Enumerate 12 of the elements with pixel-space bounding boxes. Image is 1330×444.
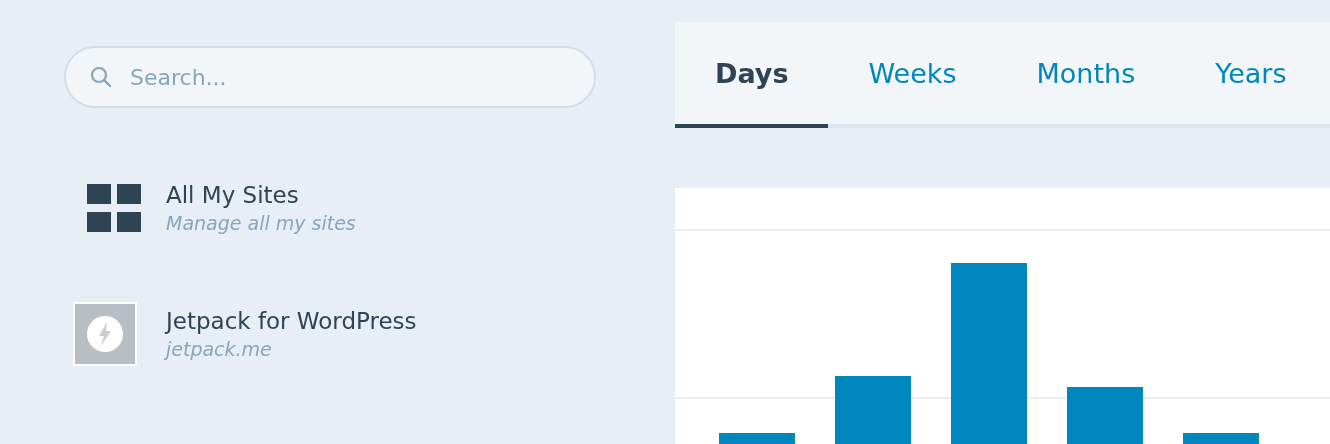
site-subtitle: Manage all my sites bbox=[166, 212, 356, 234]
globe-icon bbox=[73, 302, 137, 366]
site-subtitle: jetpack.me bbox=[166, 338, 273, 360]
search-icon bbox=[90, 66, 112, 88]
search-field[interactable]: Search... bbox=[64, 46, 596, 108]
site-title[interactable]: All My Sites bbox=[166, 182, 356, 208]
site-title[interactable]: Jetpack for WordPress bbox=[166, 308, 417, 334]
period-tab[interactable]: Days bbox=[675, 22, 829, 128]
period-tab[interactable]: Years bbox=[1175, 22, 1327, 128]
grid-icon bbox=[87, 184, 141, 232]
period-tab[interactable]: Weeks bbox=[828, 22, 997, 128]
period-tab[interactable]: Months bbox=[996, 22, 1176, 128]
